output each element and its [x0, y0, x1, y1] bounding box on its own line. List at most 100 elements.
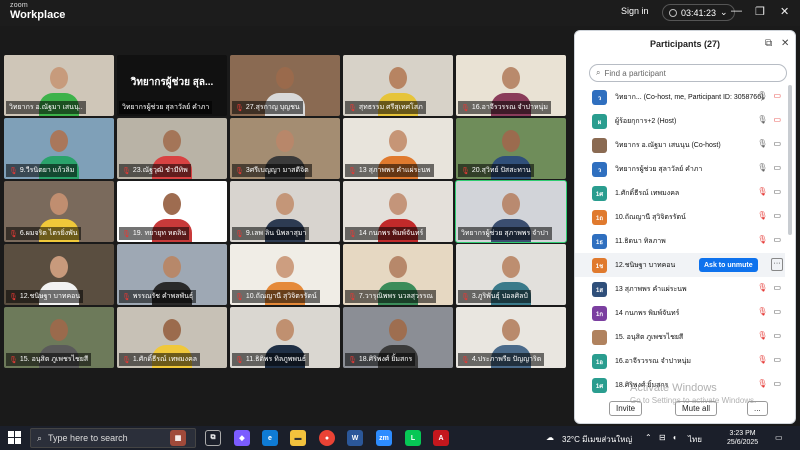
video-tile[interactable]: 🎙 20.สุวิทย์ ปัสสะทาน	[456, 118, 566, 179]
timer-text: 03:41:23	[681, 7, 717, 18]
tile-name: 27.สุรกาญ บุญชน	[245, 104, 300, 111]
video-camera-icon: ▭	[773, 163, 781, 172]
participant-name: 11.ธิดนา ทิลภาพ	[615, 238, 666, 245]
keyboard-language[interactable]: ไทย	[688, 433, 702, 446]
video-camera-icon: ▭	[773, 187, 781, 196]
participant-row[interactable]: 15. อนุสิต ภูเพชรไชยสี 🎙 ▭	[575, 325, 785, 349]
zoom-app-icon[interactable]: zm	[376, 430, 392, 446]
muted-mic-icon: 🎙	[235, 356, 244, 364]
video-tile[interactable]: 🎙 16.อาจีรวรรณ จำปาหนุ่ม	[456, 55, 566, 116]
tile-name: 14 กนกพร พิมพ์จันทร์	[358, 230, 424, 237]
video-tile[interactable]: 🎙 15. อนุสิต ภูเพชรไชยสี	[4, 307, 114, 368]
news-widget-icon[interactable]: ▦	[170, 430, 186, 446]
participant-row[interactable]: ววิทยากรผู้ช่วย สุลาวัลย์ คำภา 🎙 ▭	[575, 157, 785, 181]
windows-start-icon[interactable]	[8, 431, 22, 445]
file-explorer-icon[interactable]: ▬	[290, 430, 306, 446]
video-tile[interactable]: 🎙 4.ประภาพรีย ปัญญาริต	[456, 307, 566, 368]
task-view-icon[interactable]: ⧉	[205, 430, 221, 446]
video-tile[interactable]: 🎙 สุทธรรม ศรีสุเทศโสภ	[343, 55, 453, 116]
tile-name: 6.ผมจริต ไตรยิ่งพัน	[19, 230, 78, 237]
video-tile[interactable]: 🎙 พรรณรัช คำพลพันธุ์	[117, 244, 227, 305]
tile-nameplate: 🎙 15. อนุสิต ภูเพชรไชยสี	[6, 353, 92, 366]
edge-icon[interactable]: e	[262, 430, 278, 446]
muted-mic-icon: 🎙	[348, 167, 357, 175]
video-camera-icon: ▭	[773, 235, 781, 244]
video-off-icon: ▭	[773, 91, 781, 100]
avatar: ผ	[592, 114, 607, 129]
line-app-icon[interactable]: L	[405, 430, 421, 446]
weather-icon[interactable]: ☁	[546, 433, 554, 442]
muted-mic-icon: 🎙	[757, 307, 768, 316]
video-tile[interactable]: 🎙 3ศรีเบญญา มาสดีจิต	[230, 118, 340, 179]
popout-icon[interactable]: ⧉	[765, 38, 772, 49]
word-icon[interactable]: W	[347, 430, 363, 446]
participant-name: วิทยากรผู้ช่วย สุลาวัลย์ คำภา	[615, 166, 703, 173]
video-tile[interactable]: 🎙 13 สุภาพพร คำแผ่ระนพ	[343, 118, 453, 179]
participant-row[interactable]: 1ธ 11.ธิดนา ทิลภาพ 🎙 ▭	[575, 229, 785, 253]
participant-status-icons: 🎙 ▭	[757, 331, 781, 340]
participant-more-button[interactable]: ···	[771, 258, 783, 271]
participant-search-input[interactable]: ⌕ Find a participant	[589, 64, 787, 82]
participant-row[interactable]: 1ก 14 กนกพร พิมพ์จันทร์ 🎙 ▭	[575, 301, 785, 325]
video-tile[interactable]: 🎙 23.ณัฐวุฒิ ชำมีทิพ	[117, 118, 227, 179]
maximize-icon[interactable]: ❐	[755, 5, 765, 18]
avatar: 1ก	[592, 306, 607, 321]
video-tile[interactable]: 🎙 12.ชนิษฐา บาทคอน	[4, 244, 114, 305]
close-panel-icon[interactable]: ✕	[781, 38, 789, 49]
video-tile[interactable]: 🎙 9.เลพ ลิน นิพลาสุมา	[230, 181, 340, 242]
tile-nameplate: 🎙 9.เลพ ลิน นิพลาสุมา	[232, 227, 310, 240]
close-icon[interactable]: ✕	[780, 5, 789, 18]
taskbar-clock[interactable]: 3:23 PM 25/6/2025	[727, 429, 758, 447]
video-tile[interactable]: 🎙 1.ศักดิ์ธีรณ์ เทพมงคล	[117, 307, 227, 368]
signin-button[interactable]: Sign in	[621, 6, 649, 16]
volume-icon[interactable]: ◖	[672, 433, 677, 442]
weather-text[interactable]: 32°C มีเมฆส่วนใหญ่	[562, 433, 632, 446]
participant-row[interactable]: 1อ 16.อาจีรวรรณ จำปาหนุ่ม 🎙 ▭	[575, 349, 785, 373]
video-tile[interactable]: 🎙 19. ทยายุท หตลิน	[117, 181, 227, 242]
participant-row[interactable]: 1ส 13 สุภาพพร คำแผ่ระนพ 🎙 ▭	[575, 277, 785, 301]
muted-mic-icon: 🎙	[348, 293, 357, 301]
participant-row[interactable]: ว วิทยาก... (Co-host, me, Participant ID:…	[575, 85, 785, 109]
video-tile[interactable]: 🎙 6.ผมจริต ไตรยิ่งพัน	[4, 181, 114, 242]
pdf-app-icon[interactable]: A	[433, 430, 449, 446]
video-tile[interactable]: วิทยากร อ.ณัฐมา เสนนุ..	[4, 55, 114, 116]
video-tile[interactable]: 🎙 14 กนกพร พิมพ์จันทร์	[343, 181, 453, 242]
copilot-icon[interactable]: ◆	[234, 430, 250, 446]
search-icon: ⌕	[596, 68, 601, 77]
activate-windows-subtitle: Go to Settings to activate Windows.	[630, 396, 757, 405]
tile-name: 7.วารุณิพพร นวลสุวรรณ	[358, 293, 433, 300]
video-tile[interactable]: 🎙 27.สุรกาญ บุญชน	[230, 55, 340, 116]
network-icon[interactable]: ⊟	[659, 433, 666, 442]
participant-row[interactable]: 1ช 12.ชนิษฐา บาทคอน Ask to unmute ···	[575, 253, 785, 277]
participant-name: วิทยาก... (Co-host, me, Participant ID: …	[615, 94, 764, 101]
tile-nameplate: 🎙 13 สุภาพพร คำแผ่ระนพ	[345, 164, 434, 177]
video-tile[interactable]: 🎙 10.ถัณญานี สุวิจิตรรัตน์	[230, 244, 340, 305]
participant-status-icons: 🎙 ▭	[757, 379, 781, 388]
search-icon: ⌕	[37, 432, 43, 443]
ask-to-unmute-button[interactable]: Ask to unmute	[699, 258, 758, 272]
video-tile[interactable]: 🎙 3.ภูริพันธุ์ ปอลศิลป์	[456, 244, 566, 305]
video-tile[interactable]: 🎙 7.วารุณิพพร นวลสุวรรณ	[343, 244, 453, 305]
video-tile[interactable]: 🎙 9.วีรนิตยา แก้วลิม	[4, 118, 114, 179]
minimize-icon[interactable]: —	[731, 5, 742, 17]
chevron-up-icon[interactable]: ⌃	[645, 433, 652, 442]
participant-row[interactable]: วิทยากร อ.ณัฐมา เสนนุน (Co-host) 🎙 ▭	[575, 133, 785, 157]
video-tile[interactable]: วิทยากรผู้ช่วย สุภาพพร จำปา	[455, 180, 567, 243]
participant-row[interactable]: 1ถ 10.ถัณญานี สุวิจิตรรัตน์ 🎙 ▭	[575, 205, 785, 229]
participant-list-scrollbar[interactable]	[788, 85, 792, 235]
tile-name: พรรณรัช คำพลพันธุ์	[132, 293, 194, 300]
meeting-timer[interactable]: 03:41:23 ⌄	[662, 4, 735, 21]
tile-name: 9.วีรนิตยา แก้วลิม	[19, 167, 75, 174]
muted-mic-icon: 🎙	[757, 187, 768, 196]
tile-nameplate: 🎙 18.ศิริพงศ์ ยิ้มสกร	[345, 353, 416, 366]
notifications-icon[interactable]: ▭	[775, 433, 783, 442]
tile-nameplate: วิทยากร อ.ณัฐมา เสนนุ..	[6, 101, 86, 114]
chrome-icon[interactable]: ●	[319, 430, 335, 446]
participant-row[interactable]: 1ศ 1.ศักดิ์ธีรณ์ เทพมงคล 🎙 ▭	[575, 181, 785, 205]
video-tile[interactable]: 🎙 11.ธิติพร ทิลภูพพนธ์	[230, 307, 340, 368]
participant-row[interactable]: ผผู้ร้อยกุการ+2 (Host) 🎙 ▭	[575, 109, 785, 133]
participant-status-icons: 🎙 ▭	[757, 355, 781, 364]
tile-name: 4.ประภาพรีย ปัญญาริต	[471, 356, 542, 363]
video-tile[interactable]: 🎙 18.ศิริพงศ์ ยิ้มสกร	[343, 307, 453, 368]
video-tile[interactable]: วิทยากรผู้ช่วย สุล... วิทยากรผู้ช่วย สุลา…	[117, 55, 227, 116]
